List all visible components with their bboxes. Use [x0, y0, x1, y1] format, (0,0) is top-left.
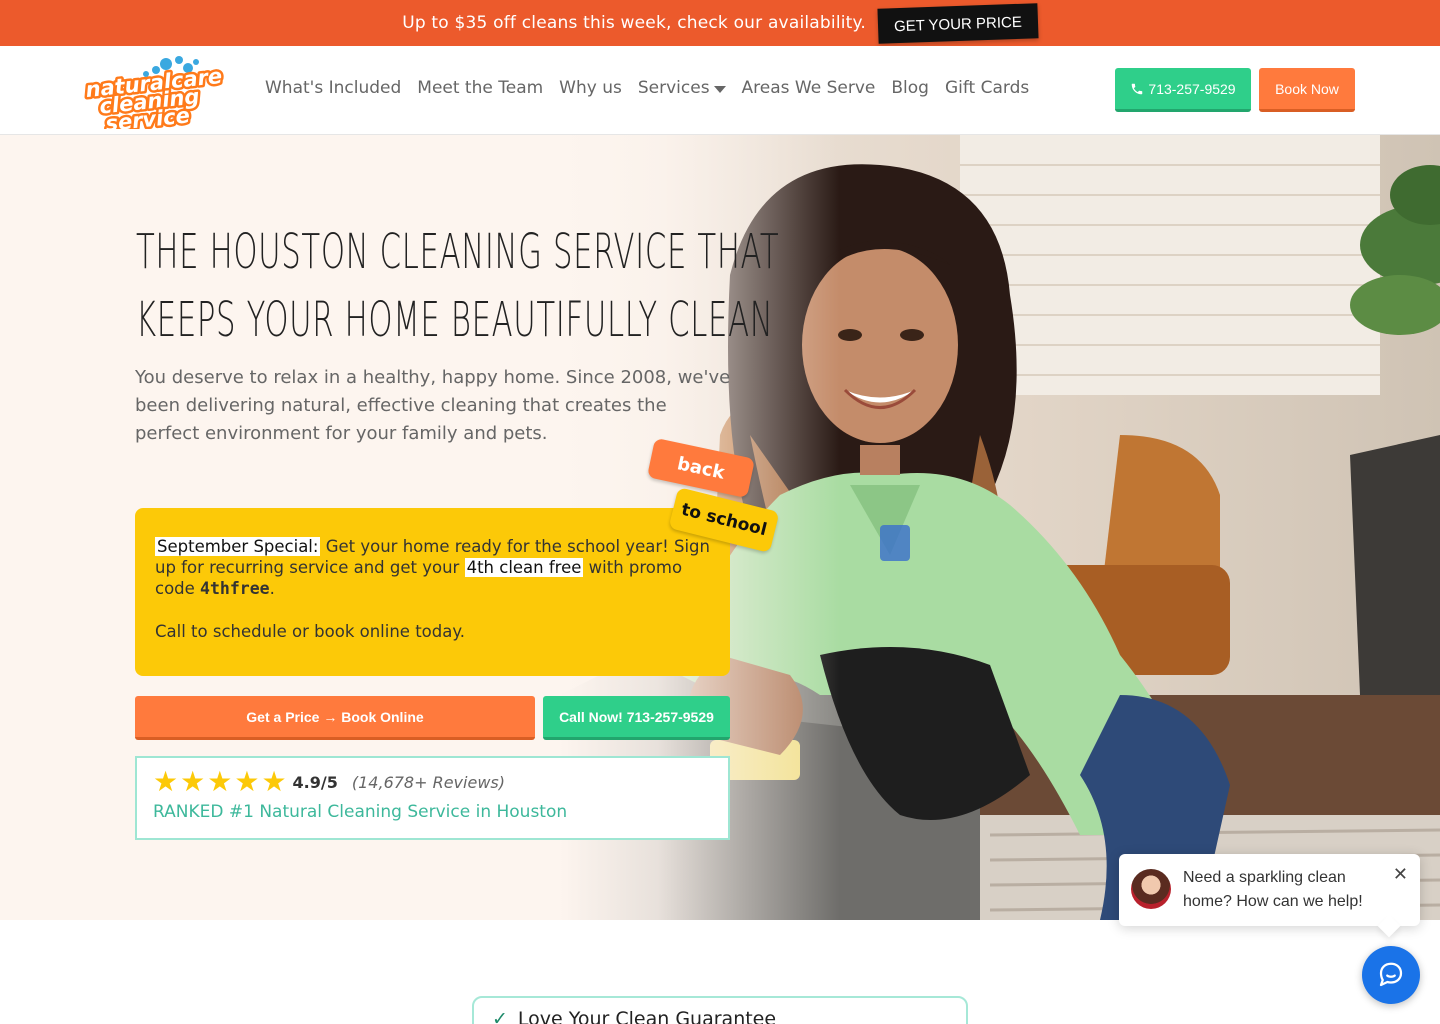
review-count: (14,678+ Reviews) — [351, 772, 505, 792]
main-nav: What's Included Meet the Team Why us Ser… — [265, 78, 1029, 98]
agent-avatar — [1131, 869, 1171, 909]
promo-code: 4thfree — [200, 579, 270, 598]
hero-subtitle: You deserve to relax in a healthy, happy… — [135, 367, 731, 444]
nav-areas-we-serve[interactable]: Areas We Serve — [742, 78, 876, 98]
guarantee-card: ✓ Love Your Clean Guarantee — [472, 996, 968, 1024]
chat-popup[interactable]: Need a sparkling clean home? How can we … — [1119, 854, 1420, 926]
promo-text: Up to $35 off cleans this week, check ou… — [402, 13, 866, 33]
special-text-3: . — [269, 579, 275, 598]
get-price-button[interactable]: GET YOUR PRICE — [877, 2, 1039, 44]
nav-gift-cards[interactable]: Gift Cards — [945, 78, 1029, 98]
hero-section: The Houston Cleaning Service That Keeps … — [0, 135, 1440, 920]
hero-title-line-1: The Houston Cleaning Service That — [136, 224, 780, 280]
naturalcare-logo[interactable]: naturalcare cleaning service — [84, 54, 229, 129]
chat-launcher-button[interactable] — [1362, 946, 1420, 1004]
check-icon: ✓ — [492, 1008, 508, 1024]
nav-meet-the-team[interactable]: Meet the Team — [417, 78, 543, 98]
reviews-summary: ★ ★ ★ ★ ★ 4.9/5 (14,678+ Reviews) — [153, 768, 712, 796]
chat-bubble-icon — [1379, 962, 1403, 987]
star-rating: ★ ★ ★ ★ ★ — [153, 768, 287, 796]
ranked-text: RANKED #1 Natural Cleaning Service in Ho… — [153, 802, 568, 822]
nav-blog[interactable]: Blog — [891, 78, 929, 98]
special-cta-text: Call to schedule or book online today. — [155, 622, 466, 641]
get-price-book-online-button[interactable]: Get a Price → Book Online — [135, 696, 535, 740]
reviews-box: ★ ★ ★ ★ ★ 4.9/5 (14,678+ Reviews) RANKED… — [135, 756, 730, 840]
star-icon: ★ — [153, 766, 179, 797]
nav-whats-included[interactable]: What's Included — [265, 78, 401, 98]
nav-services-label: Services — [637, 78, 710, 98]
book-now-button[interactable]: Book Now — [1259, 68, 1355, 112]
call-now-button[interactable]: Call Now! 713-257-9529 — [543, 696, 730, 740]
hero-title: The Houston Cleaning Service That Keeps … — [136, 218, 780, 354]
hero-title-line-2: Keeps Your Home Beautifully Clean — [136, 292, 774, 348]
rating-value: 4.9/5 — [292, 772, 338, 792]
close-icon[interactable]: ✕ — [1393, 864, 1408, 885]
star-icon: ★ — [207, 766, 233, 797]
guarantee-title: Love Your Clean Guarantee — [517, 1008, 777, 1024]
special-highlight: 4th clean free — [464, 558, 584, 577]
phone-icon — [1132, 83, 1143, 94]
star-icon: ★ — [180, 766, 206, 797]
star-icon: ★ — [261, 766, 287, 797]
caret-down-icon — [713, 85, 726, 93]
promo-bar: Up to $35 off cleans this week, check ou… — [0, 0, 1440, 46]
nav-services[interactable]: Services — [638, 78, 726, 98]
september-special-card: September Special: Get your home ready f… — [135, 508, 730, 676]
star-icon: ★ — [234, 766, 260, 797]
chat-message: Need a sparkling clean home? How can we … — [1183, 869, 1363, 910]
site-header: naturalcare cleaning service What's Incl… — [0, 46, 1440, 135]
header-phone-number: 713-257-9529 — [1148, 80, 1236, 97]
special-body: September Special: Get your home ready f… — [155, 536, 710, 599]
nav-why-us[interactable]: Why us — [559, 78, 622, 98]
header-phone-button[interactable]: 713-257-9529 — [1115, 68, 1251, 112]
special-label: September Special: — [155, 537, 321, 556]
